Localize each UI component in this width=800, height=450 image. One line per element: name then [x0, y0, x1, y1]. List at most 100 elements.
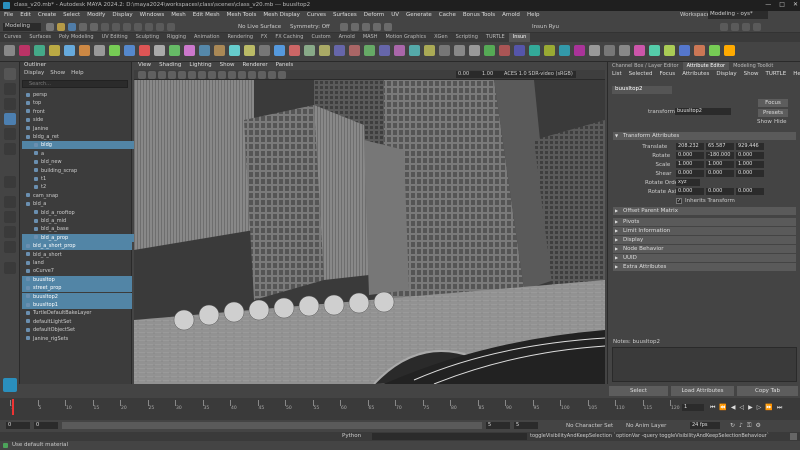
- resolution-gate-icon[interactable]: [198, 71, 206, 79]
- shelf-tool-icon[interactable]: [664, 45, 675, 56]
- undo-icon[interactable]: [79, 23, 87, 31]
- copy-tab-button[interactable]: Copy Tab: [737, 386, 798, 396]
- play-forward-icon[interactable]: ▶: [748, 404, 753, 412]
- outliner-item[interactable]: t1: [22, 175, 140, 183]
- render-icon[interactable]: [340, 23, 348, 31]
- section-limit-information[interactable]: Limit Information: [613, 227, 796, 235]
- translate-z-field[interactable]: 929.446: [736, 143, 764, 150]
- shelf-tool-icon[interactable]: [319, 45, 330, 56]
- grid-icon[interactable]: [178, 71, 186, 79]
- shelf-tool-icon[interactable]: [724, 45, 735, 56]
- translate-x-field[interactable]: 208.232: [676, 143, 704, 150]
- menu-deform[interactable]: Deform: [364, 12, 384, 18]
- notes-field[interactable]: [612, 347, 797, 382]
- camera-select-icon[interactable]: [138, 71, 146, 79]
- scene-start-field[interactable]: 0: [6, 422, 30, 429]
- shelf-tool-icon[interactable]: [94, 45, 105, 56]
- menu-edit[interactable]: Edit: [20, 12, 31, 18]
- lasso-tool-icon[interactable]: [4, 83, 16, 95]
- character-set-select[interactable]: No Character Set: [566, 423, 613, 429]
- outliner-item[interactable]: Janine_rigSets: [22, 335, 132, 343]
- exposure-field[interactable]: 0.00: [456, 71, 480, 78]
- shelf-tab-fx-caching[interactable]: FX Caching: [271, 33, 307, 42]
- scale-x-field[interactable]: 1.000: [676, 161, 704, 168]
- go-to-start-icon[interactable]: ⏮: [710, 404, 715, 412]
- shelf-tab-insun[interactable]: Insun: [508, 33, 531, 42]
- outliner-item[interactable]: bld_new: [22, 158, 140, 166]
- menu-uv[interactable]: UV: [391, 12, 399, 18]
- shelf-tool-icon[interactable]: [409, 45, 420, 56]
- shelf-tool-icon[interactable]: [694, 45, 705, 56]
- outliner-item[interactable]: bld_a_mid: [22, 217, 140, 225]
- shelf-tool-icon[interactable]: [79, 45, 90, 56]
- playback-end-field[interactable]: 5: [486, 422, 510, 429]
- outliner-item[interactable]: Janine: [22, 125, 132, 133]
- step-forward-key-icon[interactable]: ⏩: [765, 404, 772, 412]
- layout-single-icon[interactable]: [4, 196, 16, 208]
- script-editor-icon[interactable]: [790, 433, 797, 440]
- shelf-tab-xgen[interactable]: XGen: [430, 33, 452, 42]
- outliner-item[interactable]: cam_snap: [22, 192, 132, 200]
- shelf-tool-icon[interactable]: [139, 45, 150, 56]
- lights-icon[interactable]: [238, 71, 246, 79]
- ae-menu-list[interactable]: List: [612, 71, 622, 79]
- shelf-tool-icon[interactable]: [184, 45, 195, 56]
- shelf-tool-icon[interactable]: [229, 45, 240, 56]
- ipr-render-icon[interactable]: [351, 23, 359, 31]
- shelf-tool-icon[interactable]: [259, 45, 270, 56]
- shelf-tab-custom[interactable]: Custom: [307, 33, 334, 42]
- shear-x-field[interactable]: 0.000: [676, 170, 704, 177]
- shelf-tool-icon[interactable]: [679, 45, 690, 56]
- open-scene-icon[interactable]: [57, 23, 65, 31]
- toggle-modeling-toolkit-icon[interactable]: [720, 23, 728, 31]
- shelf-tab-turtle[interactable]: TURTLE: [482, 33, 509, 42]
- move-tool-icon[interactable]: [4, 113, 16, 125]
- shelf-tool-icon[interactable]: [709, 45, 720, 56]
- shelf-tool-icon[interactable]: [649, 45, 660, 56]
- select-hierarchy-icon[interactable]: [101, 23, 109, 31]
- shelf-tool-icon[interactable]: [124, 45, 135, 56]
- step-back-frame-icon[interactable]: ◀: [731, 404, 736, 412]
- menu-mesh-display[interactable]: Mesh Display: [263, 12, 300, 18]
- fps-select[interactable]: 24 fps: [690, 422, 720, 429]
- no-live-surface-label[interactable]: No Live Surface: [238, 24, 281, 30]
- range-bar[interactable]: [62, 422, 482, 429]
- layout-two-icon[interactable]: [4, 241, 16, 253]
- rotate-axis-y-field[interactable]: 0.000: [706, 188, 734, 195]
- shelf-tool-icon[interactable]: [589, 45, 600, 56]
- menu-cache[interactable]: Cache: [439, 12, 456, 18]
- menu-mesh[interactable]: Mesh: [171, 12, 185, 18]
- outliner-item[interactable]: building_scrap: [22, 167, 140, 175]
- command-input[interactable]: [372, 433, 527, 440]
- show-button[interactable]: Show: [757, 119, 772, 125]
- film-gate-icon[interactable]: [188, 71, 196, 79]
- outliner-item[interactable]: land: [22, 259, 132, 267]
- outliner-item[interactable]: bld_a_rooftop: [22, 209, 140, 217]
- shadows-icon[interactable]: [248, 71, 256, 79]
- shelf-tab-motion-graphics[interactable]: Motion Graphics: [381, 33, 430, 42]
- shelf-tool-icon[interactable]: [109, 45, 120, 56]
- step-back-key-icon[interactable]: ⏪: [719, 404, 726, 412]
- go-to-end-icon[interactable]: ⏭: [777, 404, 782, 412]
- shelf-tool-icon[interactable]: [349, 45, 360, 56]
- menu-create[interactable]: Create: [38, 12, 56, 18]
- menu-surfaces[interactable]: Surfaces: [333, 12, 357, 18]
- shelf-tool-icon[interactable]: [214, 45, 225, 56]
- shelf-tab-rigging[interactable]: Rigging: [163, 33, 190, 42]
- panel-tab-channel-box-layer-editor[interactable]: Channel Box / Layer Editor: [608, 62, 683, 70]
- shelf-tool-icon[interactable]: [424, 45, 435, 56]
- shelf-tab-mash[interactable]: MASH: [359, 33, 382, 42]
- last-tool-icon[interactable]: [4, 176, 16, 188]
- save-scene-icon[interactable]: [68, 23, 76, 31]
- ae-menu-focus[interactable]: Focus: [659, 71, 675, 79]
- wireframe-icon[interactable]: [208, 71, 216, 79]
- select-object-icon[interactable]: [112, 23, 120, 31]
- textured-icon[interactable]: [228, 71, 236, 79]
- menu-mesh-tools[interactable]: Mesh Tools: [227, 12, 257, 18]
- outliner-item[interactable]: oCurve7: [22, 267, 132, 275]
- outliner-item[interactable]: bld_a_base: [22, 225, 140, 233]
- isolate-select-icon[interactable]: [268, 71, 276, 79]
- current-frame-marker[interactable]: [12, 399, 14, 415]
- select-component-icon[interactable]: [123, 23, 131, 31]
- shelf-tool-icon[interactable]: [634, 45, 645, 56]
